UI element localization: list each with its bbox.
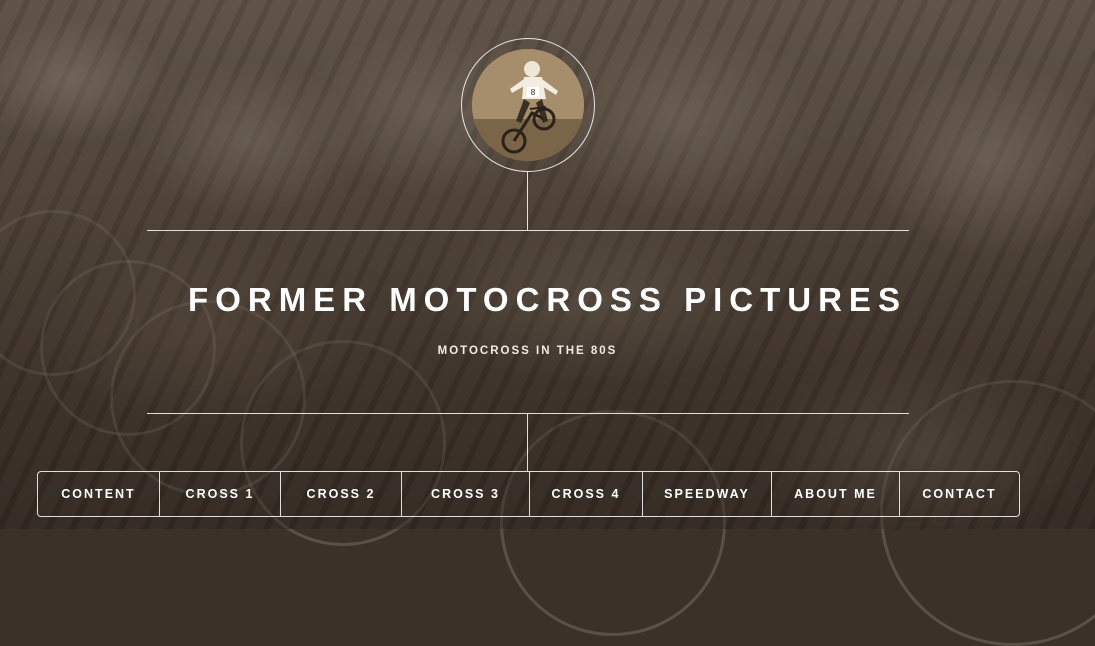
nav-item-cross-2[interactable]: CROSS 2: [280, 472, 401, 516]
nav-item-cross-3[interactable]: CROSS 3: [401, 472, 529, 516]
main-navigation: CONTENT CROSS 1 CROSS 2 CROSS 3 CROSS 4 …: [37, 471, 1020, 517]
top-connector-line: [527, 172, 528, 231]
nav-item-about-me[interactable]: ABOUT ME: [771, 472, 899, 516]
top-divider-line: [147, 230, 909, 231]
rider-number: 8: [531, 88, 536, 97]
nav-item-cross-1[interactable]: CROSS 1: [159, 472, 280, 516]
site-title[interactable]: FORMER MOTOCROSS PICTURES: [0, 281, 1095, 319]
bottom-connector-line: [527, 413, 528, 471]
nav-item-speedway[interactable]: SPEEDWAY: [642, 472, 771, 516]
nav-item-content[interactable]: CONTENT: [38, 472, 159, 516]
site-subtitle: MOTOCROSS IN THE 80S: [437, 345, 618, 357]
nav-item-contact[interactable]: CONTACT: [899, 472, 1019, 516]
rider-on-motocross-bike-icon: 8: [472, 49, 584, 161]
bottom-divider-line: [147, 413, 909, 414]
avatar[interactable]: 8: [472, 49, 584, 161]
nav-item-cross-4[interactable]: CROSS 4: [529, 472, 642, 516]
